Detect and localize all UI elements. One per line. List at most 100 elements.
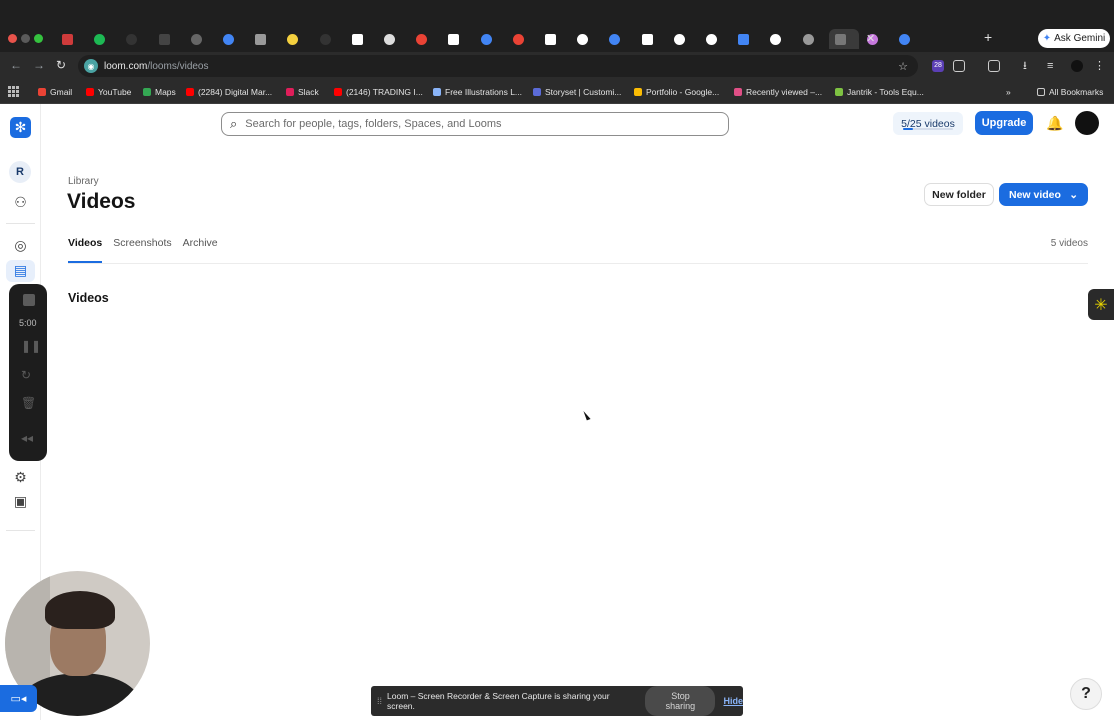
bookmark-item[interactable]: Gmail — [38, 87, 72, 97]
bookmark-item[interactable]: Portfolio - Google... — [634, 87, 719, 97]
video-count: 5 videos — [1050, 238, 1088, 249]
browser-tab[interactable] — [764, 29, 794, 49]
drag-handle-icon[interactable]: ⁞⁞ — [377, 696, 382, 706]
tab-search-icon[interactable] — [988, 60, 1000, 72]
notification-bell-icon[interactable]: 🔔 — [1046, 115, 1063, 132]
tab-screenshots[interactable]: Screenshots — [113, 237, 171, 263]
new-tab-button[interactable]: + — [984, 29, 992, 45]
workspace-avatar[interactable]: R — [9, 161, 31, 183]
breadcrumb[interactable]: Library — [68, 176, 99, 187]
bookmark-item[interactable]: Jantrik - Tools Equ... — [835, 87, 924, 97]
bookmark-item[interactable]: (2284) Digital Mar... — [186, 87, 272, 97]
browser-tab[interactable] — [636, 29, 666, 49]
bookmark-star-icon[interactable]: ☆ — [898, 60, 908, 73]
collapse-icon[interactable]: ◂◂ — [21, 431, 33, 445]
browser-tab[interactable] — [410, 29, 440, 49]
tab-favicon-icon — [351, 33, 363, 45]
browser-tab[interactable] — [571, 29, 601, 49]
menu-icon[interactable]: ⋮ — [1094, 60, 1106, 72]
bookmark-label: YouTube — [98, 87, 132, 97]
restart-icon[interactable]: ↻ — [21, 368, 31, 382]
user-circle-icon[interactable]: ◎ — [12, 237, 29, 254]
browser-tab[interactable] — [442, 29, 472, 49]
chevron-down-icon[interactable]: ⌄ — [1069, 189, 1078, 201]
extension-badge-icon[interactable]: 28 — [932, 60, 944, 72]
tab-archive[interactable]: Archive — [183, 237, 218, 263]
stop-sharing-button[interactable]: Stop sharing — [645, 686, 716, 716]
video-quota-badge[interactable]: 5/25 videos — [893, 112, 963, 135]
browser-tab[interactable] — [88, 29, 118, 49]
browser-tab[interactable] — [281, 29, 311, 49]
upgrade-button[interactable]: Upgrade — [975, 111, 1033, 135]
browser-tab[interactable] — [797, 29, 827, 49]
browser-tab[interactable] — [378, 29, 408, 49]
forward-icon[interactable]: → — [33, 58, 45, 72]
bookmark-item[interactable]: Recently viewed –... — [734, 87, 822, 97]
browser-tab[interactable] — [346, 29, 376, 49]
browser-tab[interactable] — [732, 29, 762, 49]
new-video-button[interactable]: New video ⌄ — [999, 183, 1088, 206]
reload-icon[interactable]: ↻ — [56, 58, 66, 72]
tab-favicon-icon — [158, 33, 170, 45]
browser-tab[interactable] — [185, 29, 215, 49]
window-zoom-button[interactable] — [34, 34, 43, 43]
stop-recording-button[interactable] — [23, 294, 35, 306]
browser-tab[interactable] — [56, 29, 86, 49]
download-icon[interactable]: ⭳ — [1023, 60, 1035, 72]
profile-icon[interactable] — [1071, 60, 1083, 72]
browser-tab[interactable] — [217, 29, 247, 49]
browser-tab[interactable] — [120, 29, 150, 49]
browser-tab[interactable] — [668, 29, 698, 49]
browser-tab[interactable] — [539, 29, 569, 49]
browser-tab[interactable] — [249, 29, 279, 49]
trash-icon[interactable]: 🗑 — [21, 396, 36, 410]
window-close-button[interactable] — [8, 34, 17, 43]
browser-tab[interactable] — [828, 29, 859, 49]
search-bar[interactable]: ⌕ — [221, 112, 729, 136]
tab-favicon-icon — [319, 33, 331, 45]
tab-close-icon[interactable]: ✕ — [866, 32, 875, 45]
search-input[interactable] — [245, 118, 686, 130]
browser-tab[interactable] — [700, 29, 730, 49]
all-bookmarks-link[interactable]: All Bookmarks — [1037, 87, 1103, 97]
apps-grid-icon[interactable] — [8, 86, 19, 97]
ask-gemini-button[interactable]: ✦ Ask Gemini — [1038, 29, 1110, 48]
user-avatar[interactable] — [1075, 111, 1099, 135]
hide-link[interactable]: Hide — [723, 696, 743, 706]
page-title: Videos — [67, 190, 136, 213]
bookmark-item[interactable]: YouTube — [86, 87, 131, 97]
new-folder-button[interactable]: New folder — [924, 183, 994, 206]
browser-tab[interactable] — [153, 29, 183, 49]
browser-tab[interactable] — [475, 29, 505, 49]
pause-icon[interactable]: ❚❚ — [21, 339, 41, 353]
bookmark-favicon-icon — [86, 88, 94, 96]
address-bar[interactable]: ◉ loom.com/looms/videos ☆ — [78, 55, 918, 77]
tab-videos[interactable]: Videos — [68, 237, 103, 263]
back-icon[interactable]: ← — [10, 58, 22, 72]
bookmark-item[interactable]: Storyset | Customi... — [533, 87, 621, 97]
camera-toggle-icon[interactable]: ▭◂ — [0, 685, 37, 712]
tab-favicon-icon — [384, 33, 395, 45]
add-member-icon[interactable]: ⚇ — [12, 194, 29, 211]
settings-gear-icon[interactable]: ⚙ — [12, 469, 29, 486]
loom-logo-icon[interactable]: ✻ — [10, 117, 31, 138]
browser-tab[interactable] — [314, 29, 344, 49]
media-icon[interactable]: ≡ — [1047, 60, 1059, 72]
bookmark-item[interactable]: Maps — [143, 87, 176, 97]
sparkle-icon: ✦ — [1042, 33, 1052, 44]
bookmark-favicon-icon — [433, 88, 441, 96]
library-icon[interactable]: ▤ — [12, 262, 29, 279]
help-button[interactable]: ? — [1070, 678, 1102, 710]
site-info-icon[interactable]: ◉ — [84, 59, 98, 73]
browser-tab[interactable] — [893, 29, 923, 49]
bookmark-item[interactable]: Free Illustrations L... — [433, 87, 522, 97]
browser-tab[interactable] — [603, 29, 633, 49]
bookmark-item[interactable]: Slack — [286, 87, 319, 97]
bookmark-item[interactable]: (2146) TRADING I... — [334, 87, 423, 97]
extension-side-tab[interactable]: ✳ — [1088, 289, 1114, 320]
screen-record-icon[interactable]: ▣ — [12, 493, 29, 510]
extensions-icon[interactable] — [953, 60, 965, 72]
bookmarks-overflow-icon[interactable]: » — [1006, 87, 1011, 97]
browser-tab[interactable] — [507, 29, 537, 49]
window-minimize-button[interactable] — [21, 34, 30, 43]
